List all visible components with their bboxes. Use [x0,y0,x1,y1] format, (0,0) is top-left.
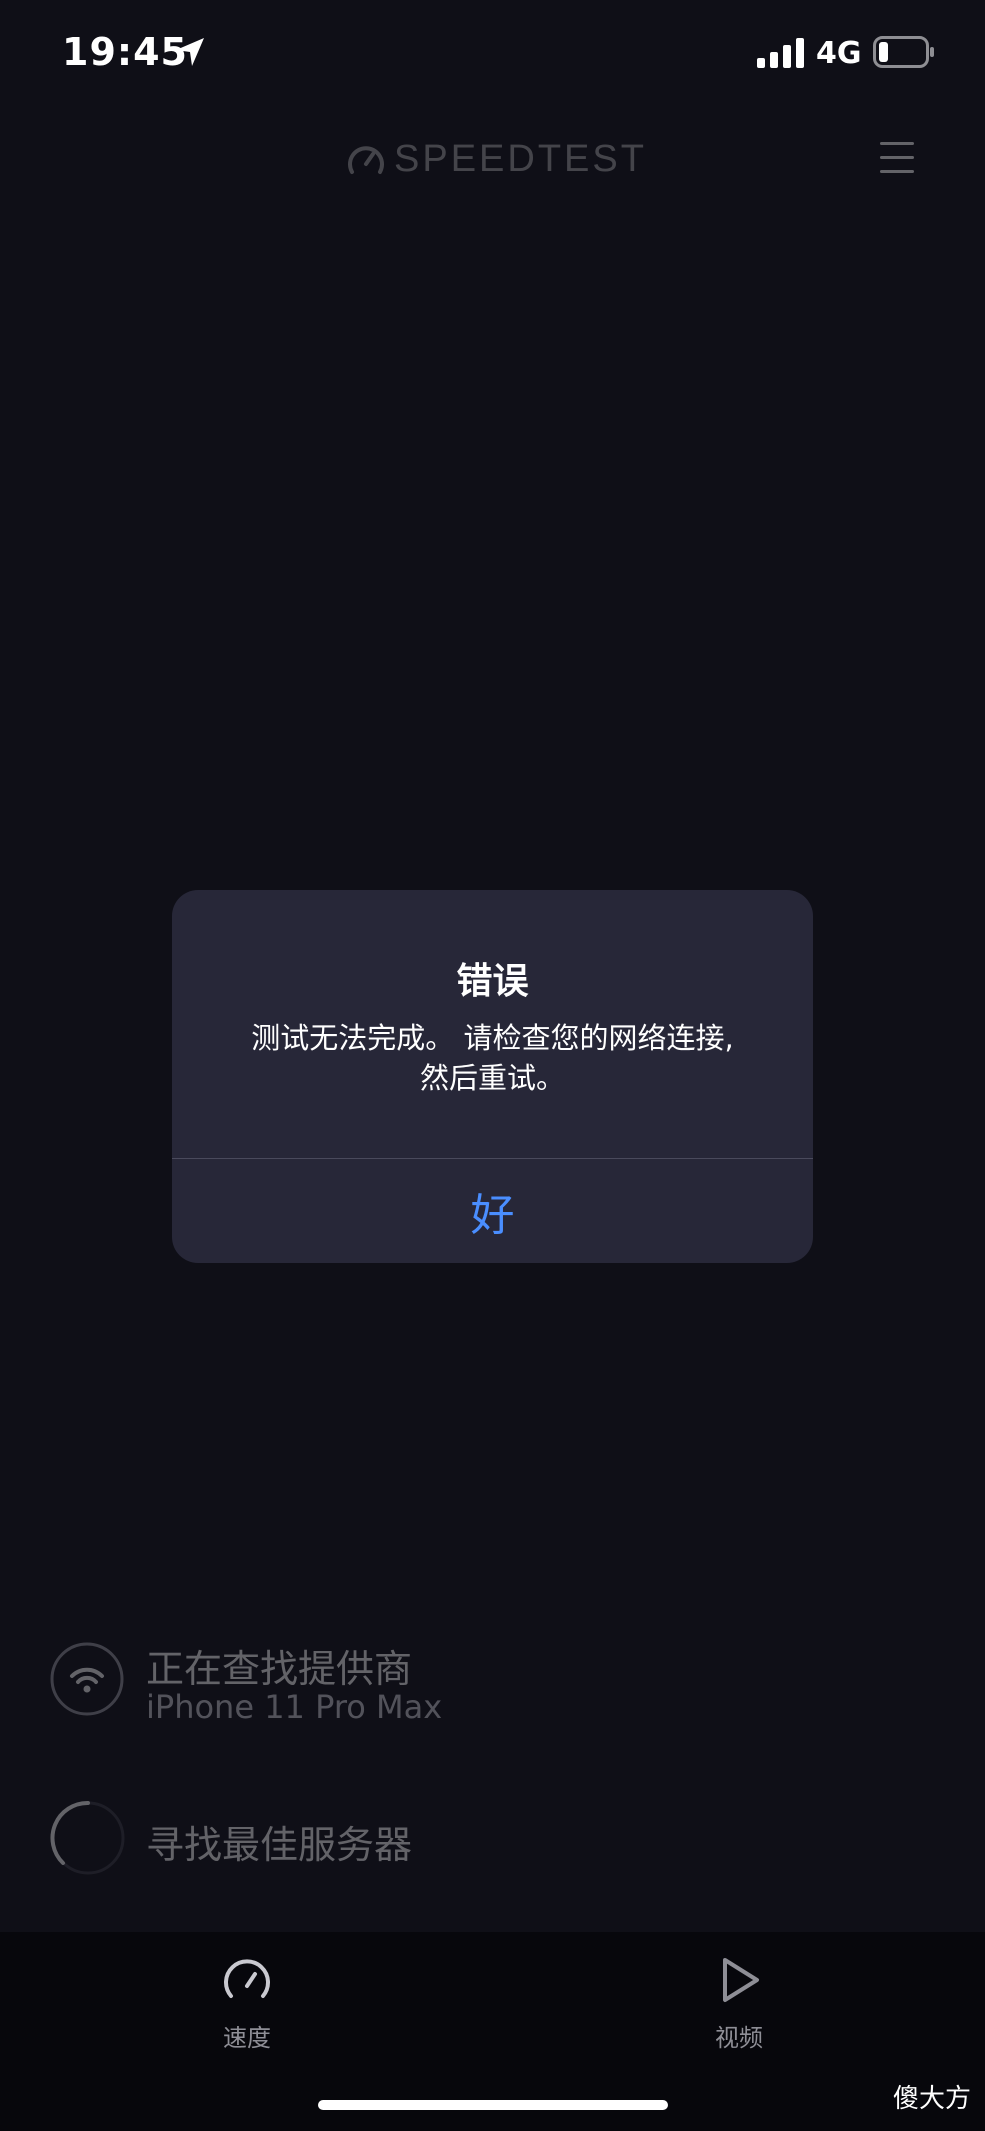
speedometer-icon [224,1959,270,1998]
logo-text: SPEEDTEST [394,138,647,180]
cellular-signal-icon [757,38,804,68]
error-dialog: 错误 测试无法完成。 请检查您的网络连接, 然后重试。 好 [172,890,813,1263]
status-time: 19:45 [62,30,188,74]
tab-label: 视频 [715,2024,763,2052]
server-row: 寻找最佳服务器 [50,1800,750,1880]
device-name: iPhone 11 Pro Max [146,1688,443,1726]
dialog-title: 错误 [456,961,529,1002]
location-arrow-icon [176,38,204,66]
gauge-icon [348,145,384,174]
dialog-message-line: 测试无法完成。 请检查您的网络连接, [251,1021,734,1055]
dialog-message-line: 然后重试。 [419,1061,565,1095]
home-indicator[interactable] [318,2100,668,2110]
speedtest-logo: SPEEDTEST [346,138,647,181]
battery-low-icon [873,36,934,68]
tab-speed[interactable]: 速度 [187,1954,307,2053]
network-type: 4G [816,36,862,71]
tab-label: 速度 [223,2024,271,2052]
watermark: 傻大方 [893,2084,972,2114]
dialog-message: 测试无法完成。 请检查您的网络连接, 然后重试。 [212,1018,773,1098]
status-bar: 19:45 4G [0,0,985,110]
ok-button[interactable]: 好 [172,1159,813,1263]
screen: 19:45 4G SPEEDTEST 正在查找提供商 iPhone 11 Pro… [0,0,985,2131]
play-icon [723,1958,759,2002]
hamburger-menu-icon[interactable] [878,138,916,178]
app-header: SPEEDTEST [0,120,985,200]
provider-status: 正在查找提供商 [146,1647,413,1691]
wifi-icon [50,1642,124,1716]
spinner-icon [50,1800,125,1875]
server-status: 寻找最佳服务器 [146,1823,413,1867]
provider-row: 正在查找提供商 iPhone 11 Pro Max [50,1632,750,1742]
tab-video[interactable]: 视频 [679,1954,799,2053]
